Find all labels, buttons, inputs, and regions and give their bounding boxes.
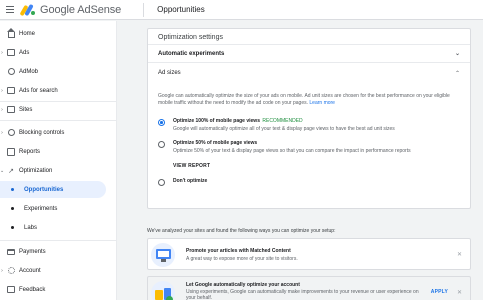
option-title: Optimize 50% of mobile page views <box>173 140 258 146</box>
option-description: Optimize 50% of your text & display page… <box>173 148 411 154</box>
sidebar-item-label: Payments <box>19 248 46 255</box>
sidebar-item-payments[interactable]: Payments <box>0 243 117 260</box>
sidebar-item-label: Opportunities <box>24 186 64 193</box>
suggestion-description: A great way to expose more of your site … <box>186 256 298 262</box>
ads-icon <box>7 49 15 57</box>
sidebar-item-label: Reports <box>19 148 41 155</box>
sidebar-item-label: Ads for search <box>19 87 58 94</box>
chevron-right-icon: › <box>1 49 3 56</box>
suggestion-title: Promote your articles with Matched Conte… <box>186 248 291 254</box>
sidebar-item-label: Labs <box>24 224 38 231</box>
chevron-down-icon: ⌄ <box>454 51 460 57</box>
suggestion-card-matched-content[interactable]: Promote your articles with Matched Conte… <box>147 238 471 270</box>
automatic-experiments-label: Automatic experiments <box>158 51 225 57</box>
sidebar: Home › Ads AdMob › Ads for search › Site… <box>0 21 117 300</box>
sidebar-item-label: AdMob <box>19 68 39 75</box>
chevron-right-icon: › <box>1 267 3 274</box>
top-bar: Google AdSense Opportunities <box>0 0 483 20</box>
chevron-right-icon: › <box>1 87 3 94</box>
sidebar-item-reports[interactable]: Reports <box>0 143 117 160</box>
description-text: Google can automatically optimize the si… <box>158 93 450 106</box>
radio-100-percent[interactable] <box>158 119 165 126</box>
adsense-logo-icon <box>19 3 36 16</box>
gear-icon <box>7 267 15 275</box>
menu-icon[interactable] <box>6 6 14 13</box>
sites-icon <box>7 106 15 114</box>
sidebar-item-home[interactable]: Home <box>0 25 117 42</box>
view-report-button[interactable]: VIEW REPORT <box>173 163 210 169</box>
home-icon <box>6 27 15 38</box>
sidebar-item-account[interactable]: › Account <box>0 262 117 279</box>
analysis-text: We've analyzed your sites and found the … <box>147 228 336 234</box>
sidebar-item-admob[interactable]: AdMob <box>0 63 117 80</box>
feedback-icon <box>7 286 15 294</box>
optimization-settings-card: Optimization settings Automatic experime… <box>147 28 471 209</box>
brand-name: Google AdSense <box>40 3 122 16</box>
sidebar-item-label: Account <box>19 267 41 274</box>
sidebar-divider <box>0 120 117 121</box>
sidebar-item-experiments[interactable]: Experiments <box>0 200 117 217</box>
optimize-illustration-icon <box>151 281 175 300</box>
chevron-right-icon: › <box>1 106 3 113</box>
option-title-text: Optimize 100% of mobile page views <box>173 118 260 124</box>
block-icon <box>7 129 15 137</box>
chevron-down-icon: ⌄ <box>0 167 5 174</box>
learn-more-link[interactable]: Learn more <box>309 100 335 106</box>
trend-icon: ↗ <box>8 167 14 175</box>
sidebar-item-ads[interactable]: › Ads <box>0 44 117 61</box>
chevron-right-icon: › <box>1 129 3 136</box>
sidebar-item-label: Blocking controls <box>19 129 65 136</box>
page-title: Opportunities <box>157 5 205 14</box>
sidebar-item-optimization[interactable]: ⌄ ↗ Optimization <box>0 162 117 179</box>
sidebar-item-feedback[interactable]: Feedback <box>0 281 117 298</box>
close-icon[interactable]: ✕ <box>457 251 462 258</box>
card-header: Optimization settings <box>148 29 470 45</box>
suggestion-description: Using experiments, Google can automatica… <box>186 289 419 300</box>
radio-50-percent[interactable] <box>158 141 165 148</box>
sidebar-item-label: Feedback <box>19 286 46 293</box>
header-divider <box>143 2 145 17</box>
option-title: Optimize 100% of mobile page views RECOM… <box>173 118 303 124</box>
sidebar-item-label: Optimization <box>19 167 53 174</box>
automatic-experiments-row[interactable]: Automatic experiments ⌄ <box>148 45 470 63</box>
adsense-logo[interactable]: Google AdSense <box>19 3 122 16</box>
option-title: Don't optimize <box>173 178 208 184</box>
suggestion-title: Let Google automatically optimize your a… <box>186 282 300 288</box>
sidebar-item-sites[interactable]: › Sites <box>0 101 117 118</box>
sidebar-item-opportunities[interactable]: Opportunities <box>0 181 106 198</box>
sidebar-item-ads-for-search[interactable]: › Ads for search <box>0 82 117 99</box>
close-icon[interactable]: ✕ <box>457 289 462 296</box>
sidebar-item-label: Sites <box>19 106 33 113</box>
ad-sizes-description: Google can automatically optimize the si… <box>158 93 458 107</box>
ad-sizes-row[interactable]: Ad sizes ⌃ <box>148 64 470 82</box>
option-description: Google will automatically optimize all o… <box>173 126 395 132</box>
recommended-badge: RECOMMENDED <box>262 118 303 124</box>
chevron-up-icon: ⌃ <box>454 71 460 77</box>
suggestion-card-auto-optimize[interactable]: Let Google automatically optimize your a… <box>147 276 471 300</box>
reports-icon <box>7 147 15 156</box>
sidebar-item-label: Experiments <box>24 205 58 212</box>
bullet-icon <box>11 207 14 210</box>
ad-sizes-label: Ad sizes <box>158 70 181 76</box>
sidebar-item-labs[interactable]: Labs <box>0 219 117 236</box>
sidebar-item-label: Ads <box>19 49 30 56</box>
search-ads-icon <box>7 87 15 95</box>
bullet-icon <box>11 226 14 229</box>
main-content: Optimization settings Automatic experime… <box>118 21 483 300</box>
payments-icon <box>7 248 15 256</box>
sidebar-item-label: Home <box>19 30 36 37</box>
apply-button[interactable]: APPLY <box>431 289 448 295</box>
radio-dont-optimize[interactable] <box>158 179 165 186</box>
bullet-icon <box>11 188 14 191</box>
monitor-illustration-icon <box>151 243 175 267</box>
sidebar-item-blocking-controls[interactable]: › Blocking controls <box>0 124 117 141</box>
admob-icon <box>7 68 15 76</box>
sidebar-divider <box>0 240 117 241</box>
